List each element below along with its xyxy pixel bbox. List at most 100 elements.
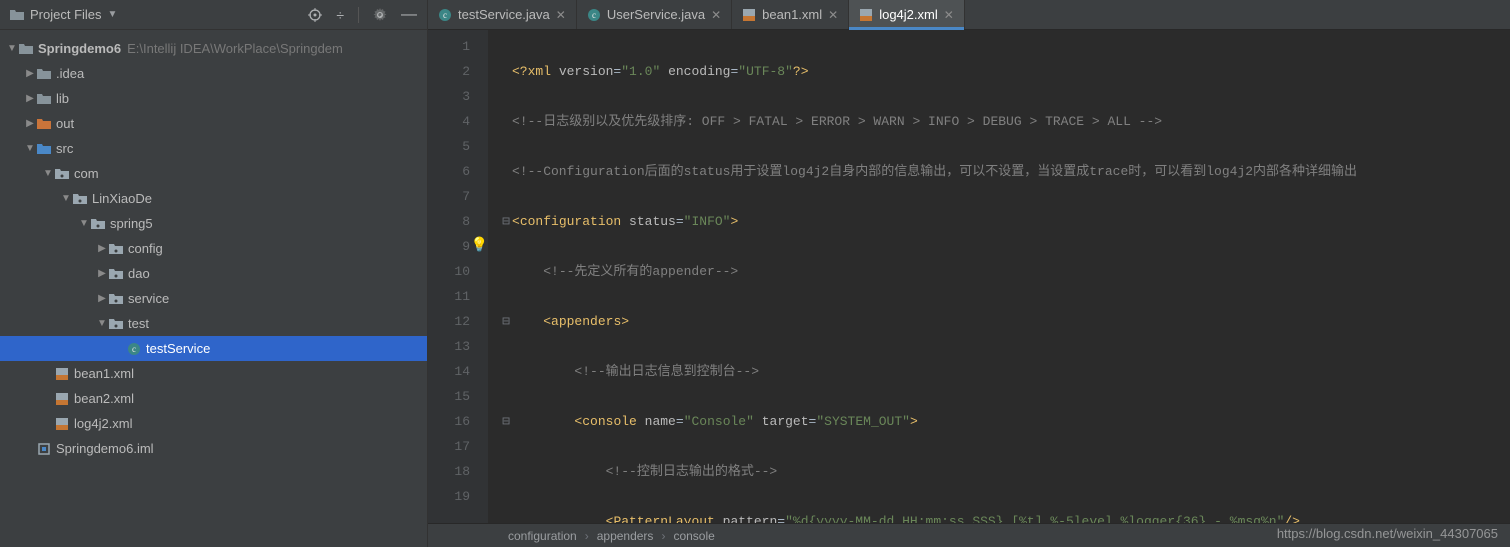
intention-bulb-icon[interactable]: 💡 xyxy=(471,234,488,259)
gear-icon[interactable] xyxy=(373,8,387,22)
breadcrumb-item[interactable]: console xyxy=(673,529,714,543)
tree-item-bean2[interactable]: bean2.xml xyxy=(0,386,427,411)
package-icon xyxy=(54,168,70,180)
tab-label: bean1.xml xyxy=(762,7,822,22)
line-number: 10 xyxy=(428,259,470,284)
sidebar-title[interactable]: Project Files xyxy=(30,7,102,22)
line-number: 19 xyxy=(428,484,470,509)
tree-item-test[interactable]: ▼ test xyxy=(0,311,427,336)
chevron-right-icon[interactable]: ▶ xyxy=(96,236,108,261)
tab-label: testService.java xyxy=(458,7,550,22)
locate-icon[interactable] xyxy=(308,8,322,22)
tree-item-dao[interactable]: ▶ dao xyxy=(0,261,427,286)
line-number: 11 xyxy=(428,284,470,309)
line-number: 6 xyxy=(428,159,470,184)
tree-label: src xyxy=(56,136,73,161)
tree-label: config xyxy=(128,236,163,261)
collapse-icon[interactable]: ÷ xyxy=(336,7,344,23)
tree-project-root[interactable]: ▼ Springdemo6 E:\Intellij IDEA\WorkPlace… xyxy=(0,36,427,61)
svg-text:c: c xyxy=(443,10,447,20)
tab-label: log4j2.xml xyxy=(879,7,938,22)
breadcrumb-item[interactable]: configuration xyxy=(508,529,577,543)
tree-item-iml[interactable]: Springdemo6.iml xyxy=(0,436,427,461)
chevron-right-icon[interactable]: ▶ xyxy=(96,261,108,286)
tree-item-com[interactable]: ▼ com xyxy=(0,161,427,186)
tree-item-service[interactable]: ▶ service xyxy=(0,286,427,311)
editor-tabs: c testService.java ✕ c UserService.java … xyxy=(428,0,1510,30)
tree-item-src[interactable]: ▼ src xyxy=(0,136,427,161)
tree-item-log4j2[interactable]: log4j2.xml xyxy=(0,411,427,436)
folder-icon xyxy=(36,118,52,130)
line-number: 15 xyxy=(428,384,470,409)
close-icon[interactable]: ✕ xyxy=(944,8,954,22)
close-icon[interactable]: ✕ xyxy=(711,8,721,22)
xml-icon xyxy=(54,392,70,406)
breadcrumb-item[interactable]: appenders xyxy=(597,529,654,543)
line-number: 13 xyxy=(428,334,470,359)
chevron-right-icon: › xyxy=(585,529,589,543)
tree-label: testService xyxy=(146,336,210,361)
package-icon xyxy=(108,243,124,255)
tree-label: .idea xyxy=(56,61,84,86)
chevron-right-icon[interactable]: ▶ xyxy=(24,61,36,86)
tree-item-linxiaode[interactable]: ▼ LinXiaoDe xyxy=(0,186,427,211)
line-number: 4 xyxy=(428,109,470,134)
svg-text:c: c xyxy=(592,10,596,20)
project-name: Springdemo6 xyxy=(38,36,121,61)
hide-icon[interactable]: — xyxy=(401,10,417,20)
line-number: 1 xyxy=(428,34,470,59)
tree-label: lib xyxy=(56,86,69,111)
package-icon xyxy=(72,193,88,205)
tree-item-idea[interactable]: ▶ .idea xyxy=(0,61,427,86)
tree-label: spring5 xyxy=(110,211,153,236)
line-number: 3 xyxy=(428,84,470,109)
dropdown-icon[interactable]: ▼ xyxy=(108,9,118,20)
package-icon xyxy=(108,268,124,280)
xml-icon xyxy=(742,8,756,22)
tab-userservice[interactable]: c UserService.java ✕ xyxy=(577,0,732,29)
folder-icon xyxy=(36,93,52,105)
close-icon[interactable]: ✕ xyxy=(556,8,566,22)
tree-label: bean1.xml xyxy=(74,361,134,386)
watermark: https://blog.csdn.net/weixin_44307065 xyxy=(1277,526,1498,541)
tree-label: bean2.xml xyxy=(74,386,134,411)
chevron-down-icon[interactable]: ▼ xyxy=(6,36,18,61)
chevron-right-icon[interactable]: ▶ xyxy=(96,286,108,311)
tree-item-bean1[interactable]: bean1.xml xyxy=(0,361,427,386)
line-number: 16 xyxy=(428,409,470,434)
tree-label: com xyxy=(74,161,99,186)
chevron-right-icon[interactable]: ▶ xyxy=(24,111,36,136)
package-icon xyxy=(108,318,124,330)
line-number: 18 xyxy=(428,459,470,484)
tree-item-out[interactable]: ▶ out xyxy=(0,111,427,136)
line-number: 14 xyxy=(428,359,470,384)
line-number: 8 xyxy=(428,209,470,234)
tree-label: dao xyxy=(128,261,150,286)
chevron-down-icon[interactable]: ▼ xyxy=(24,136,36,161)
tab-testservice[interactable]: c testService.java ✕ xyxy=(428,0,577,29)
tree-label: test xyxy=(128,311,149,336)
folder-icon xyxy=(18,43,34,55)
chevron-down-icon[interactable]: ▼ xyxy=(60,186,72,211)
chevron-down-icon[interactable]: ▼ xyxy=(96,311,108,336)
tree-item-config[interactable]: ▶ config xyxy=(0,236,427,261)
code-content[interactable]: <?xml version="1.0" encoding="UTF-8"?> <… xyxy=(488,30,1510,523)
tree-item-spring5[interactable]: ▼ spring5 xyxy=(0,211,427,236)
tree-label: log4j2.xml xyxy=(74,411,133,436)
tree-label: LinXiaoDe xyxy=(92,186,152,211)
tree-label: Springdemo6.iml xyxy=(56,436,154,461)
folder-icon xyxy=(36,68,52,80)
chevron-right-icon[interactable]: ▶ xyxy=(24,86,36,111)
project-path: E:\Intellij IDEA\WorkPlace\Springdem xyxy=(127,36,343,61)
chevron-down-icon[interactable]: ▼ xyxy=(78,211,90,236)
sidebar-header: Project Files ▼ ÷ — xyxy=(0,0,427,30)
tree-item-lib[interactable]: ▶ lib xyxy=(0,86,427,111)
tab-bean1[interactable]: bean1.xml ✕ xyxy=(732,0,849,29)
chevron-down-icon[interactable]: ▼ xyxy=(42,161,54,186)
package-icon xyxy=(90,218,106,230)
tab-log4j2[interactable]: log4j2.xml ✕ xyxy=(849,0,965,29)
close-icon[interactable]: ✕ xyxy=(828,8,838,22)
tree-item-testservice[interactable]: c testService xyxy=(0,336,427,361)
xml-icon xyxy=(859,8,873,22)
package-icon xyxy=(108,293,124,305)
